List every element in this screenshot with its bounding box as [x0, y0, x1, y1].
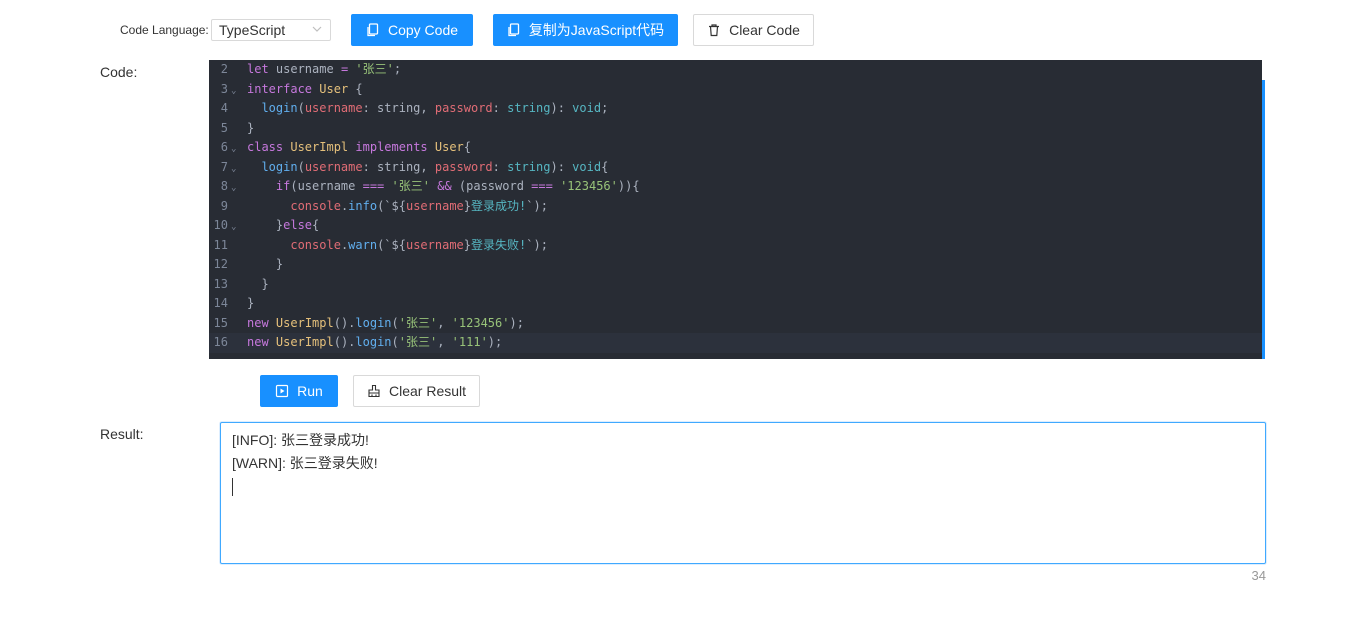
copy-code-label: Copy Code — [387, 22, 459, 38]
code-text: interface User { — [247, 81, 363, 96]
play-icon — [276, 384, 289, 398]
code-language-value: TypeScript — [219, 22, 286, 38]
code-line[interactable]: 5} — [209, 119, 1262, 139]
code-text: login(username: string, password: string… — [261, 101, 609, 115]
code-line[interactable]: 9 console.info(`${username}登录成功!`); — [209, 197, 1262, 217]
line-number: 5 — [220, 120, 228, 135]
line-number: 14 — [213, 296, 228, 310]
copy-as-javascript-label: 复制为JavaScript代码 — [528, 22, 665, 38]
code-text: } — [247, 296, 255, 310]
code-line[interactable]: 7 ⌄ login(username: string, password: str… — [209, 158, 1262, 178]
chevron-down-icon — [312, 26, 322, 32]
broom-icon — [368, 384, 380, 398]
code-text: } — [247, 120, 255, 135]
toolbar: Code Language: TypeScript Copy Code 复制为J… — [0, 14, 1366, 46]
line-number: 12 — [213, 257, 228, 271]
code-line[interactable]: 8 ⌄ if(username === '张三' && (password ===… — [209, 177, 1262, 197]
code-text: console.warn(`${username}登录失败!`); — [290, 237, 548, 252]
code-line[interactable]: 4 login(username: string, password: stri… — [209, 99, 1262, 119]
copy-icon — [508, 23, 519, 37]
code-language-select[interactable]: TypeScript — [211, 19, 331, 41]
trash-icon — [709, 24, 720, 37]
code-text: login(username: string, password: string… — [261, 159, 609, 174]
code-text: new UserImpl().login('张三', '111'); — [247, 335, 503, 349]
line-number: 4 — [220, 101, 228, 115]
line-number: 10 — [213, 218, 228, 232]
code-text: } — [247, 257, 284, 271]
clear-code-button[interactable]: Clear Code — [693, 14, 814, 46]
line-number: 8 — [220, 179, 228, 193]
character-count: 34 — [1251, 568, 1266, 583]
code-line[interactable]: 11 console.warn(`${username}登录失败!`); — [209, 236, 1262, 256]
line-number: 9 — [220, 198, 228, 213]
code-editor[interactable]: 2 let username = '张三'; 3 ⌄ interface User {4… — [209, 60, 1265, 359]
clear-result-label: Clear Result — [388, 383, 467, 399]
line-number: 15 — [213, 315, 228, 330]
line-number: 13 — [213, 276, 228, 291]
run-button[interactable]: Run — [260, 375, 338, 407]
editor-edge — [1262, 60, 1265, 80]
line-number: 2 — [220, 62, 228, 76]
code-text: class UserImpl implements User{ — [247, 140, 472, 154]
clear-result-button[interactable]: Clear Result — [353, 375, 480, 407]
result-label: Result: — [100, 426, 144, 442]
code-label: Code: — [100, 64, 138, 80]
code-line[interactable]: 6 ⌄ class UserImpl implements User{ — [209, 138, 1262, 158]
result-line-warn: [WARN]: 张三登录失败! — [232, 455, 378, 471]
code-line[interactable]: 2 let username = '张三'; — [209, 60, 1262, 80]
code-line[interactable]: 3 ⌄ interface User { — [209, 80, 1262, 100]
code-text: let username = '张三'; — [247, 62, 402, 76]
code-line[interactable]: 14} — [209, 294, 1262, 314]
clear-code-label: Clear Code — [729, 22, 800, 38]
run-label: Run — [297, 383, 323, 399]
code-text: } — [247, 276, 269, 291]
line-number: 7 — [220, 159, 228, 174]
code-text: }else{ — [247, 218, 320, 232]
code-language-label: Code Language: — [120, 23, 209, 37]
code-text: if(username === '张三' && (password === '1… — [275, 179, 640, 193]
code-line[interactable]: 15 new UserImpl().login('张三', '123456'); — [209, 314, 1262, 334]
code-text: new UserImpl().login('张三', '123456'); — [247, 315, 524, 330]
code-line[interactable]: 16 new UserImpl().login('张三', '111'); — [209, 333, 1262, 353]
copy-code-button[interactable]: Copy Code — [351, 14, 473, 46]
result-line-info: [INFO]: 张三登录成功! — [232, 432, 369, 448]
line-number: 6 — [220, 140, 228, 154]
code-line[interactable]: 12 } — [209, 255, 1262, 275]
code-text: console.info(`${username}登录成功!`); — [290, 198, 548, 213]
result-textarea[interactable]: [INFO]: 张三登录成功! [WARN]: 张三登录失败! — [220, 422, 1266, 564]
text-caret — [232, 475, 1254, 498]
code-line[interactable]: 10 ⌄ }else{ — [209, 216, 1262, 236]
line-number: 11 — [213, 237, 228, 252]
line-number: 3 — [220, 81, 228, 96]
copy-as-javascript-button[interactable]: 复制为JavaScript代码 — [493, 14, 678, 46]
line-number: 16 — [213, 335, 228, 349]
copy-icon — [367, 23, 379, 37]
code-line[interactable]: 13 } — [209, 275, 1262, 295]
